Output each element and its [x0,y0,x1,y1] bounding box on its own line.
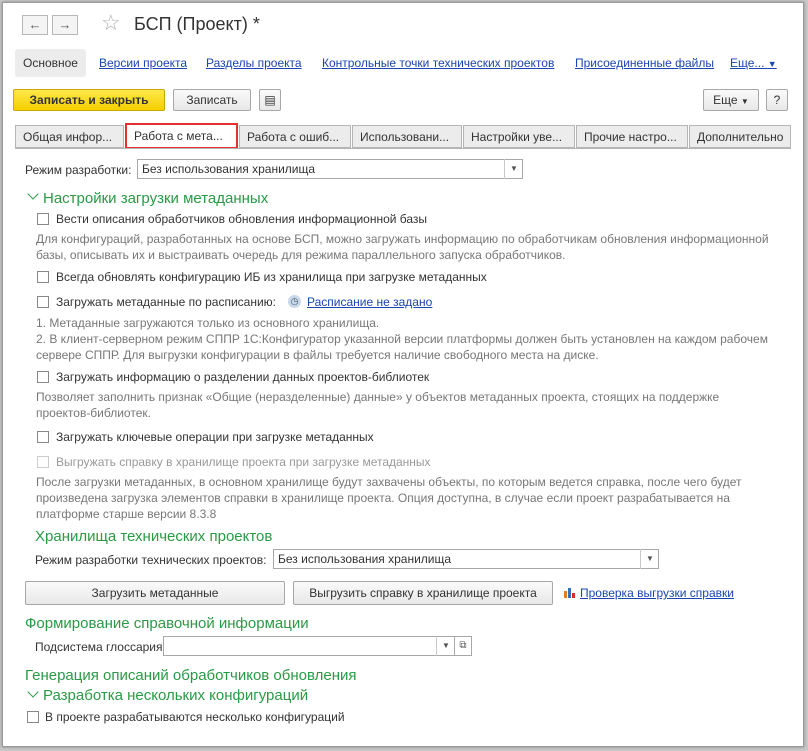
back-button[interactable]: ← [22,15,48,35]
more-actions-label: Еще [713,93,738,107]
tab-metadata[interactable]: Работа с мета... [125,123,238,149]
dev-mode-select[interactable]: Без использования хранилища ▼ [137,159,523,179]
collapse-chevron-icon[interactable] [27,686,39,698]
opt-schedule-label: Загружать метаданные по расписанию: [56,295,277,309]
report-chart-icon [564,586,575,598]
opt-key-ops-label: Загружать ключевые операции при загрузке… [56,430,374,444]
note-line: 1. Метаданные загружаются только из осно… [36,316,380,330]
help-button[interactable]: ? [766,89,788,111]
arrow-left-icon: ← [28,17,42,32]
opt-library-split-checkbox[interactable] [37,371,49,383]
note-line: После загрузки метаданных, в основном хр… [36,475,742,489]
note-line: базы, описывать их и выстраивать очередь… [36,248,566,262]
dev-mode-label: Режим разработки: [25,163,132,177]
document-window: ← → ☆ БСП (Проект) * Основное Версии про… [2,2,804,747]
tech-mode-value: Без использования хранилища [278,552,452,566]
nav-tab-files[interactable]: Присоединенные файлы [575,49,714,77]
opt-handlers-label: Вести описания обработчиков обновления и… [56,212,428,226]
glossary-label: Подсистема глоссария: [35,640,166,654]
opt-library-split-note: Позволяет заполнить признак «Общие (нера… [36,389,719,421]
forward-button[interactable]: → [52,15,78,35]
dropdown-arrow-icon[interactable]: ▼ [504,159,523,179]
multi-config-title[interactable]: Разработка нескольких конфигураций [43,687,308,704]
schedule-link[interactable]: Расписание не задано [307,295,432,309]
dropdown-arrow-icon[interactable]: ▼ [436,636,455,656]
favorite-star-icon[interactable]: ☆ [101,12,121,34]
nav-tab-versions[interactable]: Версии проекта [99,49,187,77]
tab-errors[interactable]: Работа с ошиб... [239,125,351,148]
nav-tab-more[interactable]: Еще... ▼ [730,49,777,77]
tab-strip: Общая инфор... Работа с мета... Работа с… [15,123,791,149]
opt-always-update-checkbox[interactable] [37,271,49,283]
multi-config-label: В проекте разрабатываются несколько конф… [45,710,345,724]
opt-schedule-note: 1. Метаданные загружаются только из осно… [36,315,768,363]
nav-tab-sections[interactable]: Разделы проекта [206,49,302,77]
opt-key-ops-checkbox[interactable] [37,431,49,443]
note-line: Для конфигураций, разработанных на основ… [36,232,769,246]
window-title: БСП (Проект) * [134,14,260,34]
glossary-select[interactable]: ▼ [163,636,455,656]
note-line: Позволяет заполнить признак «Общие (нера… [36,390,720,404]
tab-additional[interactable]: Дополнительно [689,125,791,148]
save-and-close-button[interactable]: Записать и закрыть [13,89,165,111]
nav-more-label: Еще... [730,56,765,70]
tech-storage-title: Хранилища технических проектов [35,528,273,545]
chevron-down-icon: ▼ [767,59,777,69]
load-metadata-button[interactable]: Загрузить метаданные [25,581,285,605]
note-line: платформе старше версии 8.3.8 [36,507,217,521]
report-button[interactable]: ▤ [259,89,281,111]
nav-tab-main[interactable]: Основное [15,49,86,77]
opt-always-update-label: Всегда обновлять конфигурацию ИБ из хран… [56,270,487,284]
tab-panel: Режим разработки: Без использования хран… [15,148,791,739]
more-actions-button[interactable]: Еще ▼ [703,89,759,111]
save-button[interactable]: Записать [173,89,251,111]
note-line: сервере СППР. Для выгрузки конфигурации … [36,348,599,362]
tab-general[interactable]: Общая инфор... [15,125,124,148]
document-list-icon: ▤ [264,93,276,107]
tech-mode-select[interactable]: Без использования хранилища ▼ [273,549,659,569]
clock-icon: ◷ [288,295,301,308]
opt-schedule-checkbox[interactable] [37,296,49,308]
note-line: произведена загрузка элементов справки в… [36,491,730,505]
nav-tab-checkpoints[interactable]: Контрольные точки технических проектов [322,49,554,77]
tab-other[interactable]: Прочие настро... [576,125,688,148]
collapse-chevron-icon[interactable] [27,188,39,200]
opt-export-help-checkbox [37,456,49,468]
note-line: проектов-библиотек. [36,406,151,420]
export-help-button[interactable]: Выгрузить справку в хранилище проекта [293,581,553,605]
opt-library-split-label: Загружать информацию о разделении данных… [56,370,430,384]
nav-tabbar: Основное Версии проекта Разделы проекта … [15,49,791,77]
opt-handlers-note: Для конфигураций, разработанных на основ… [36,231,769,263]
opt-export-help-note: После загрузки метаданных, в основном хр… [36,474,742,522]
multi-config-checkbox[interactable] [27,711,39,723]
open-icon[interactable]: ⧉ [455,636,472,656]
dropdown-arrow-icon[interactable]: ▼ [640,549,659,569]
check-export-link[interactable]: Проверка выгрузки справки [580,586,734,600]
opt-export-help-label: Выгружать справку в хранилище проекта пр… [56,455,431,469]
arrow-right-icon: → [58,17,72,32]
reference-info-title: Формирование справочной информации [25,615,309,632]
tech-mode-label: Режим разработки технических проектов: [35,553,267,567]
handlers-generation-title: Генерация описаний обработчиков обновлен… [25,667,357,684]
dev-mode-value: Без использования хранилища [142,162,316,176]
load-settings-title[interactable]: Настройки загрузки метаданных [43,190,268,207]
opt-handlers-checkbox[interactable] [37,213,49,225]
dropdown-arrow-icon: ▼ [740,97,749,106]
tab-usage[interactable]: Использовани... [352,125,462,148]
tab-notifications[interactable]: Настройки уве... [463,125,575,148]
note-line: 2. В клиент-серверном режим СППР 1С:Конф… [36,332,768,346]
